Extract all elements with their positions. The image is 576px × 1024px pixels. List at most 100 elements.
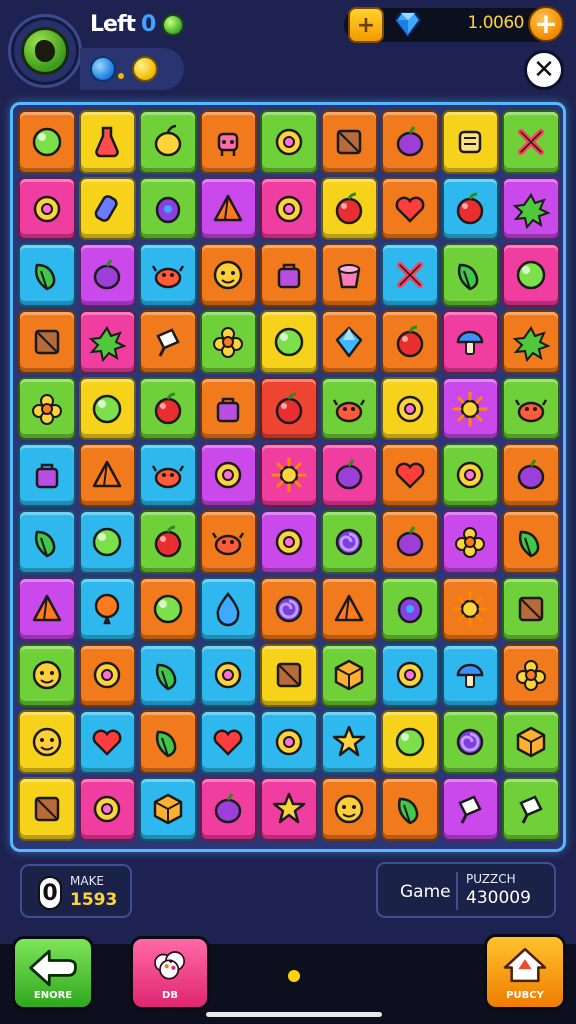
board-tile[interactable] xyxy=(381,576,439,641)
board-tile[interactable] xyxy=(320,176,378,241)
board-tile[interactable] xyxy=(502,176,560,241)
board-tile[interactable] xyxy=(381,110,439,174)
board-tile[interactable] xyxy=(260,310,318,374)
board-tile[interactable] xyxy=(260,510,318,574)
board-tile[interactable] xyxy=(18,776,76,841)
board-tile[interactable] xyxy=(18,310,76,374)
board-tile[interactable] xyxy=(18,710,76,774)
board-tile[interactable] xyxy=(441,576,499,641)
board-tile[interactable] xyxy=(260,443,318,508)
board-tile[interactable] xyxy=(502,443,560,508)
board-tile[interactable] xyxy=(139,110,197,174)
board-tile[interactable] xyxy=(199,376,257,441)
board-tile[interactable] xyxy=(78,176,136,241)
board-tile[interactable] xyxy=(381,243,439,308)
board-tile[interactable] xyxy=(502,776,560,841)
board-tile[interactable] xyxy=(78,110,136,174)
board-tile[interactable] xyxy=(199,576,257,641)
board-tile[interactable] xyxy=(18,376,76,441)
player-avatar[interactable] xyxy=(8,14,82,88)
board-tile[interactable] xyxy=(78,510,136,574)
board-tile[interactable] xyxy=(18,576,76,641)
board-tile[interactable] xyxy=(78,443,136,508)
board-tile[interactable] xyxy=(139,710,197,774)
board-tile[interactable] xyxy=(441,110,499,174)
board-tile[interactable] xyxy=(139,776,197,841)
board-tile[interactable] xyxy=(381,443,439,508)
board-tile[interactable] xyxy=(502,110,560,174)
board-tile[interactable] xyxy=(381,310,439,374)
board-tile[interactable] xyxy=(199,510,257,574)
board-tile[interactable] xyxy=(320,376,378,441)
add-currency-button[interactable]: + xyxy=(528,6,564,42)
board-tile[interactable] xyxy=(18,243,76,308)
close-button[interactable]: ✕ xyxy=(524,50,564,90)
blue-orb-icon[interactable] xyxy=(90,56,116,82)
board-tile[interactable] xyxy=(320,776,378,841)
board-tile[interactable] xyxy=(199,310,257,374)
board-tile[interactable] xyxy=(320,510,378,574)
home-button[interactable]: PUBCY xyxy=(484,934,566,1010)
board-tile[interactable] xyxy=(441,776,499,841)
board-tile[interactable] xyxy=(78,376,136,441)
board-tile[interactable] xyxy=(18,176,76,241)
board-tile[interactable] xyxy=(139,310,197,374)
board-tile[interactable] xyxy=(139,243,197,308)
board-tile[interactable] xyxy=(260,576,318,641)
board-tile[interactable] xyxy=(381,376,439,441)
board-tile[interactable] xyxy=(320,576,378,641)
board-tile[interactable] xyxy=(18,643,76,708)
board-tile[interactable] xyxy=(78,643,136,708)
board-tile[interactable] xyxy=(18,510,76,574)
board-tile[interactable] xyxy=(502,710,560,774)
board-tile[interactable] xyxy=(139,443,197,508)
board-tile[interactable] xyxy=(260,176,318,241)
board-tile[interactable] xyxy=(139,576,197,641)
board-tile[interactable] xyxy=(260,643,318,708)
board-tile[interactable] xyxy=(78,243,136,308)
board-tile[interactable] xyxy=(381,510,439,574)
board-tile[interactable] xyxy=(139,176,197,241)
board-tile[interactable] xyxy=(502,243,560,308)
board-tile[interactable] xyxy=(18,443,76,508)
board-tile[interactable] xyxy=(381,176,439,241)
board-tile[interactable] xyxy=(320,310,378,374)
board-tile[interactable] xyxy=(441,243,499,308)
board-tile[interactable] xyxy=(441,510,499,574)
board-tile[interactable] xyxy=(199,710,257,774)
board-tile[interactable] xyxy=(441,710,499,774)
board-tile[interactable] xyxy=(139,510,197,574)
board-tile[interactable] xyxy=(441,643,499,708)
board-tile[interactable] xyxy=(502,310,560,374)
board-tile[interactable] xyxy=(502,376,560,441)
board-tile[interactable] xyxy=(260,110,318,174)
board-tile[interactable] xyxy=(441,376,499,441)
yellow-orb-icon[interactable] xyxy=(132,56,158,82)
board-tile[interactable] xyxy=(199,110,257,174)
board-tile[interactable] xyxy=(139,376,197,441)
board-tile[interactable] xyxy=(381,776,439,841)
board-tile[interactable] xyxy=(199,643,257,708)
board-tile[interactable] xyxy=(320,110,378,174)
board-tile[interactable] xyxy=(78,776,136,841)
board-tile[interactable] xyxy=(502,643,560,708)
board-tile[interactable] xyxy=(320,643,378,708)
shop-button[interactable]: DB xyxy=(130,936,210,1010)
board-tile[interactable] xyxy=(78,710,136,774)
board-tile[interactable] xyxy=(441,443,499,508)
board-tile[interactable] xyxy=(320,443,378,508)
board-tile[interactable] xyxy=(320,243,378,308)
board-tile[interactable] xyxy=(260,710,318,774)
board-tile[interactable] xyxy=(441,176,499,241)
board-tile[interactable] xyxy=(260,776,318,841)
coin-icon[interactable]: + xyxy=(348,7,384,43)
board-tile[interactable] xyxy=(381,710,439,774)
board-tile[interactable] xyxy=(199,176,257,241)
board-tile[interactable] xyxy=(199,776,257,841)
board-tile[interactable] xyxy=(381,643,439,708)
board-tile[interactable] xyxy=(18,110,76,174)
board-tile[interactable] xyxy=(199,443,257,508)
board-tile[interactable] xyxy=(139,643,197,708)
board-tile[interactable] xyxy=(320,710,378,774)
board-tile[interactable] xyxy=(78,576,136,641)
